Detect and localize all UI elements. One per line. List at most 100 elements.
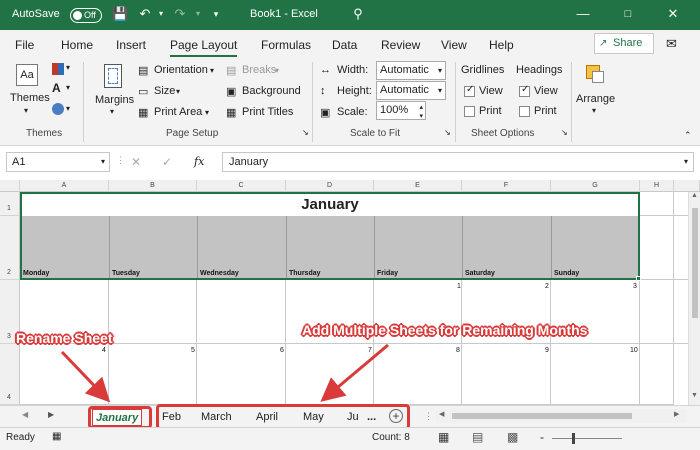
search-icon[interactable]: ⚲ — [350, 6, 366, 22]
tab-home[interactable]: Home — [61, 38, 93, 52]
horizontal-scrollbar[interactable]: ◀ ▶ — [436, 409, 686, 423]
undo-icon[interactable]: ↶ — [137, 6, 153, 22]
themes-button[interactable]: Aa Themes ▾ — [10, 62, 50, 118]
scale-icon: ▣ — [320, 107, 331, 119]
more-sheets-button[interactable]: ... — [364, 409, 379, 426]
row-header[interactable]: 1 — [0, 192, 20, 216]
save-icon[interactable]: 💾 — [112, 6, 128, 22]
tab-review[interactable]: Review — [381, 38, 420, 52]
tab-formulas[interactable]: Formulas — [261, 38, 311, 52]
scroll-tabs-right-icon[interactable]: ▶ — [48, 410, 54, 419]
tab-page-layout[interactable]: Page Layout — [170, 38, 238, 57]
column-header[interactable]: H — [640, 180, 674, 192]
add-sheet-button[interactable]: + — [389, 409, 403, 423]
orientation-icon: ▤ — [138, 65, 149, 77]
arrange-button[interactable]: Arrange ▾ — [576, 62, 616, 120]
enter-icon[interactable]: ✓ — [162, 155, 172, 169]
normal-view-icon[interactable]: ▦ — [438, 430, 449, 444]
page-break-view-icon[interactable]: ▩ — [507, 430, 518, 444]
size-button[interactable]: Size — [154, 85, 175, 97]
redo-dropdown-icon[interactable]: ▾ — [190, 6, 206, 22]
row-header[interactable]: 4 — [0, 344, 20, 405]
sheet-tab-may[interactable]: May — [300, 409, 327, 426]
breaks-button[interactable]: Breaks — [242, 64, 276, 76]
column-header[interactable]: A — [20, 180, 109, 192]
formula-input[interactable]: January ▾ — [222, 152, 694, 172]
headings-print-checkbox[interactable] — [519, 106, 530, 117]
sheet-tab-june[interactable]: Ju — [344, 409, 362, 426]
fonts-dropdown-icon[interactable]: ▾ — [66, 83, 70, 92]
effects-icon[interactable] — [52, 103, 64, 115]
macro-record-icon[interactable]: ▦ — [52, 431, 61, 442]
tab-data[interactable]: Data — [332, 38, 357, 52]
dialog-launcher-icon[interactable]: ↘ — [561, 128, 568, 137]
headings-view-checkbox[interactable]: ✓ — [519, 84, 530, 97]
tab-view[interactable]: View — [441, 38, 467, 52]
sheet-tab-january[interactable]: January — [92, 409, 143, 426]
tab-help[interactable]: Help — [489, 38, 514, 52]
print-area-button[interactable]: Print Area — [154, 106, 202, 118]
scroll-thumb[interactable] — [452, 413, 632, 419]
gridlines-view-checkbox[interactable]: ✓ — [464, 84, 475, 97]
fonts-icon[interactable]: A — [52, 81, 61, 95]
column-header[interactable]: D — [286, 180, 374, 192]
zoom-slider[interactable] — [552, 433, 622, 444]
date-number: 2 — [545, 283, 549, 290]
dialog-launcher-icon[interactable]: ↘ — [302, 128, 309, 137]
chevron-down-icon[interactable]: ▾ — [419, 108, 423, 125]
column-header[interactable]: B — [109, 180, 197, 192]
undo-dropdown-icon[interactable]: ▾ — [153, 6, 169, 22]
scale-stepper[interactable]: 100% ▴ ▾ — [376, 101, 426, 120]
select-all-corner[interactable] — [0, 180, 20, 192]
share-button[interactable]: ↗ Share — [594, 33, 654, 54]
scroll-left-icon[interactable]: ◀ — [439, 410, 444, 418]
close-icon[interactable]: ✕ — [665, 6, 681, 22]
name-box[interactable]: A1 ▾ — [6, 152, 110, 172]
scroll-tabs-left-icon[interactable]: ◀ — [22, 410, 28, 419]
effects-dropdown-icon[interactable]: ▾ — [66, 104, 70, 113]
redo-icon[interactable]: ↷ — [172, 6, 188, 22]
autosave-toggle[interactable]: Off — [70, 8, 102, 23]
chevron-down-icon: ▾ — [176, 87, 181, 96]
background-button[interactable]: Background — [242, 85, 301, 97]
page-layout-view-icon[interactable]: ▤ — [472, 430, 483, 444]
scroll-down-icon[interactable]: ▼ — [691, 392, 698, 399]
colors-icon[interactable] — [52, 63, 64, 75]
comments-icon[interactable]: ✉ — [666, 36, 677, 52]
sheet-tab-march[interactable]: March — [198, 409, 235, 426]
tab-insert[interactable]: Insert — [116, 38, 146, 52]
date-number: 6 — [280, 347, 284, 354]
column-header[interactable]: E — [374, 180, 462, 192]
zoom-slider-thumb[interactable] — [572, 433, 575, 444]
themes-icon: Aa — [16, 64, 38, 86]
insert-function-icon[interactable]: fx — [194, 155, 204, 168]
height-select[interactable]: Automatic ▾ — [376, 81, 446, 100]
maximize-icon[interactable]: □ — [620, 6, 636, 22]
tab-file[interactable]: File — [15, 38, 34, 52]
tab-split-icon[interactable]: ⋮ — [424, 411, 433, 422]
vertical-scrollbar[interactable]: ▲ ▼ — [688, 192, 700, 405]
collapse-ribbon-icon[interactable]: ⌃ — [684, 130, 692, 141]
gridlines-print-checkbox[interactable] — [464, 106, 475, 117]
column-header[interactable]: F — [462, 180, 551, 192]
orientation-button[interactable]: Orientation — [154, 64, 208, 76]
row-header[interactable]: 2 — [0, 216, 20, 280]
colors-dropdown-icon[interactable]: ▾ — [66, 63, 70, 72]
fill-handle[interactable] — [636, 276, 641, 281]
sheet-tab-feb[interactable]: Feb — [159, 409, 184, 426]
background-icon: ▣ — [226, 86, 237, 98]
column-header[interactable]: G — [551, 180, 640, 192]
dialog-launcher-icon[interactable]: ↘ — [444, 128, 451, 137]
minimize-icon[interactable]: — — [575, 6, 591, 22]
cancel-icon[interactable]: ✕ — [131, 155, 141, 169]
sheet-tab-april[interactable]: April — [253, 409, 281, 426]
width-select[interactable]: Automatic ▾ — [376, 61, 446, 80]
print-titles-button[interactable]: Print Titles — [242, 106, 293, 118]
scroll-up-icon[interactable]: ▲ — [691, 192, 698, 199]
scroll-right-icon[interactable]: ▶ — [674, 410, 679, 418]
customize-toolbar-icon[interactable]: ▾ — [208, 6, 224, 22]
column-header[interactable]: C — [197, 180, 286, 192]
scroll-thumb[interactable] — [692, 208, 698, 318]
margins-button[interactable]: Margins ▾ — [94, 62, 134, 120]
zoom-out-button[interactable]: - — [540, 430, 544, 444]
